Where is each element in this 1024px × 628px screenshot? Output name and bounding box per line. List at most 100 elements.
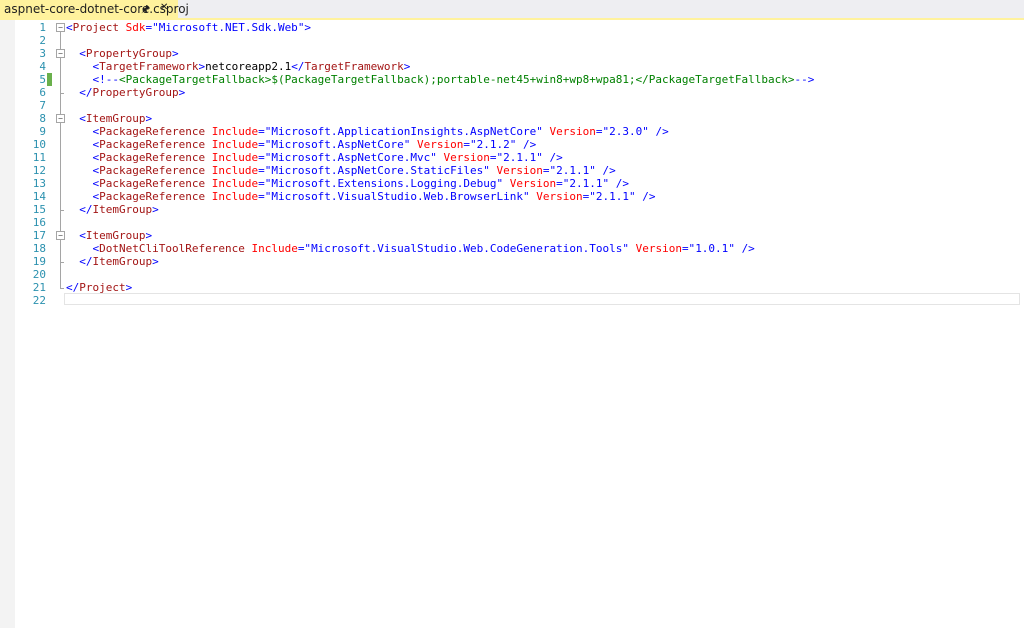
- line-number: 5: [39, 73, 46, 86]
- code-line[interactable]: 4 <TargetFramework>netcoreapp2.1</Target…: [0, 60, 1024, 73]
- code-line[interactable]: 9 <PackageReference Include="Microsoft.A…: [0, 125, 1024, 138]
- line-number: 11: [32, 151, 46, 164]
- code-token: =": [582, 190, 596, 203]
- code-text: <DotNetCliToolReference Include="Microso…: [66, 242, 755, 255]
- code-token: <: [79, 47, 86, 60]
- code-editor[interactable]: 1 <Project Sdk="Microsoft.NET.Sdk.Web"> 2 3…: [0, 20, 1024, 628]
- code-token: ": [483, 164, 490, 177]
- line-number: 18: [32, 242, 46, 255]
- code-token: Include: [211, 164, 259, 177]
- code-token: Microsoft.ApplicationInsights.AspNetCore: [271, 125, 537, 138]
- collapse-outline-icon[interactable]: −: [56, 114, 65, 123]
- code-token: ItemGroup: [85, 112, 146, 125]
- code-token: Version: [536, 190, 583, 203]
- code-token: </: [79, 203, 93, 216]
- code-token: ItemGroup: [92, 203, 153, 216]
- code-token: ": [536, 151, 543, 164]
- code-line[interactable]: 5 <!--<PackageTargetFallback>$(PackageTa…: [0, 73, 1024, 86]
- outline-end-tick: [60, 262, 64, 263]
- outline-end-tick: [60, 93, 64, 94]
- code-token: />: [523, 138, 537, 151]
- line-number: 9: [39, 125, 46, 138]
- code-line[interactable]: 1 <Project Sdk="Microsoft.NET.Sdk.Web">: [0, 21, 1024, 34]
- line-number: 19: [32, 255, 46, 268]
- outline-end-tick: [60, 210, 64, 211]
- code-token: <: [79, 229, 86, 242]
- pin-icon[interactable]: 🖈: [141, 2, 150, 19]
- code-token: Microsoft.AspNetCore.Mvc: [271, 151, 431, 164]
- code-line[interactable]: 8 <ItemGroup>: [0, 112, 1024, 125]
- code-token: Microsoft.Extensions.Logging.Debug: [271, 177, 497, 190]
- code-token: Microsoft.NET.Sdk.Web: [158, 21, 298, 34]
- code-text: <PackageReference Include="Microsoft.Asp…: [66, 164, 616, 177]
- code-token: ": [642, 125, 649, 138]
- line-number: 17: [32, 229, 46, 242]
- code-token: 2.1.2: [476, 138, 510, 151]
- code-token: Version: [443, 151, 490, 164]
- code-line[interactable]: 18 <DotNetCliToolReference Include="Micr…: [0, 242, 1024, 255]
- code-line[interactable]: 12 <PackageReference Include="Microsoft.…: [0, 164, 1024, 177]
- code-token: ": [728, 242, 735, 255]
- collapse-outline-icon[interactable]: −: [56, 49, 65, 58]
- code-line[interactable]: 15 </ItemGroup>: [0, 203, 1024, 216]
- code-line[interactable]: 16: [0, 216, 1024, 229]
- code-token: ItemGroup: [92, 255, 153, 268]
- code-line[interactable]: 13 <PackageReference Include="Microsoft.…: [0, 177, 1024, 190]
- code-token: <: [79, 112, 86, 125]
- code-token: 2.1.1: [556, 164, 590, 177]
- close-icon[interactable]: ✕: [160, 2, 168, 13]
- code-line[interactable]: 14 <PackageReference Include="Microsoft.…: [0, 190, 1024, 203]
- line-number: 20: [32, 268, 46, 281]
- code-token: PackageReference: [99, 164, 206, 177]
- code-line[interactable]: 20: [0, 268, 1024, 281]
- code-text: <Project Sdk="Microsoft.NET.Sdk.Web">: [66, 21, 311, 34]
- code-line[interactable]: 2: [0, 34, 1024, 47]
- code-token: Microsoft.VisualStudio.Web.CodeGeneratio…: [311, 242, 623, 255]
- code-line[interactable]: 7: [0, 99, 1024, 112]
- code-line[interactable]: 17 <ItemGroup>: [0, 229, 1024, 242]
- code-text: <PackageReference Include="Microsoft.App…: [66, 125, 669, 138]
- code-text: </ItemGroup>: [66, 203, 158, 216]
- code-line[interactable]: 3 <PropertyGroup>: [0, 47, 1024, 60]
- collapse-outline-icon[interactable]: −: [56, 23, 65, 32]
- code-token: DotNetCliToolReference: [99, 242, 245, 255]
- code-token: =": [258, 177, 272, 190]
- outline-end-tick: [60, 288, 64, 289]
- line-number: 13: [32, 177, 46, 190]
- document-tab-bar: aspnet-core-dotnet-core.csproj 🖈 ✕: [0, 0, 1024, 18]
- line-number: 14: [32, 190, 46, 203]
- code-line[interactable]: 11 <PackageReference Include="Microsoft.…: [0, 151, 1024, 164]
- code-text: <ItemGroup>: [66, 229, 152, 242]
- code-token: 2.1.1: [503, 151, 537, 164]
- line-number: 8: [39, 112, 46, 125]
- code-token: =": [258, 190, 272, 203]
- code-line[interactable]: 19 </ItemGroup>: [0, 255, 1024, 268]
- code-token: 2.1.1: [569, 177, 603, 190]
- collapse-outline-icon[interactable]: −: [56, 231, 65, 240]
- code-token: Microsoft.VisualStudio.Web.BrowserLink: [271, 190, 523, 203]
- code-token: />: [615, 177, 629, 190]
- code-token: Version: [635, 242, 682, 255]
- code-token: Include: [211, 138, 259, 151]
- code-line[interactable]: 10 <PackageReference Include="Microsoft.…: [0, 138, 1024, 151]
- code-token: ": [589, 164, 596, 177]
- code-token: 2.1.1: [595, 190, 629, 203]
- code-text: </PropertyGroup>: [66, 86, 185, 99]
- code-token: ">: [297, 21, 312, 34]
- code-token: <: [66, 21, 73, 34]
- code-line[interactable]: 6 </PropertyGroup>: [0, 86, 1024, 99]
- code-token: TargetFramework: [99, 60, 199, 73]
- document-tab[interactable]: aspnet-core-dotnet-core.csproj 🖈 ✕: [0, 0, 189, 19]
